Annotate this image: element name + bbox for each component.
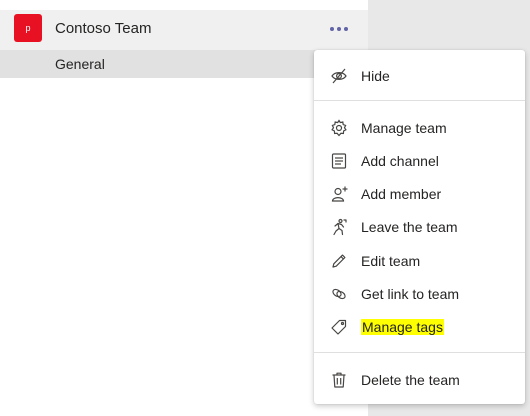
link-icon: [330, 285, 348, 303]
menu-item-label: Get link to team: [361, 286, 460, 302]
menu-item-label: Manage tags: [361, 319, 444, 335]
menu-item-manage-tags[interactable]: Manage tags: [314, 311, 525, 343]
tag-icon: [330, 318, 348, 336]
menu-divider: [314, 100, 525, 101]
menu-item-delete-team[interactable]: Delete the team: [314, 364, 525, 396]
gear-icon: [330, 119, 348, 137]
team-context-menu: Hide Manage team Add channel Add member …: [314, 50, 525, 404]
menu-item-manage-team[interactable]: Manage team: [314, 112, 525, 144]
menu-item-label: Edit team: [361, 253, 421, 269]
menu-item-edit-team[interactable]: Edit team: [314, 245, 525, 277]
menu-item-get-link[interactable]: Get link to team: [314, 278, 525, 310]
team-avatar: p: [14, 14, 42, 42]
trash-icon: [330, 371, 348, 389]
pencil-icon: [330, 252, 348, 270]
menu-divider: [314, 352, 525, 353]
menu-item-label: Delete the team: [361, 372, 460, 388]
menu-item-label: Hide: [361, 68, 390, 84]
person-add-icon: [330, 185, 348, 203]
ellipsis-dot-icon: [337, 27, 341, 31]
ellipsis-dot-icon: [344, 27, 348, 31]
ellipsis-dot-icon: [330, 27, 334, 31]
more-options-button[interactable]: [327, 20, 351, 38]
team-name[interactable]: Contoso Team: [55, 20, 151, 37]
channel-name[interactable]: General: [55, 56, 105, 72]
menu-item-add-member[interactable]: Add member: [314, 178, 525, 210]
channel-list-icon: [330, 152, 348, 170]
hide-eye-slash-icon: [330, 67, 348, 85]
menu-item-label: Leave the team: [361, 219, 458, 235]
menu-item-label: Manage team: [361, 120, 447, 136]
menu-item-label: Add channel: [361, 153, 439, 169]
menu-item-label: Add member: [361, 186, 442, 202]
menu-item-add-channel[interactable]: Add channel: [314, 145, 525, 177]
leave-runner-icon: [330, 218, 348, 236]
menu-item-leave-team[interactable]: Leave the team: [314, 211, 525, 243]
menu-item-hide[interactable]: Hide: [314, 60, 525, 92]
